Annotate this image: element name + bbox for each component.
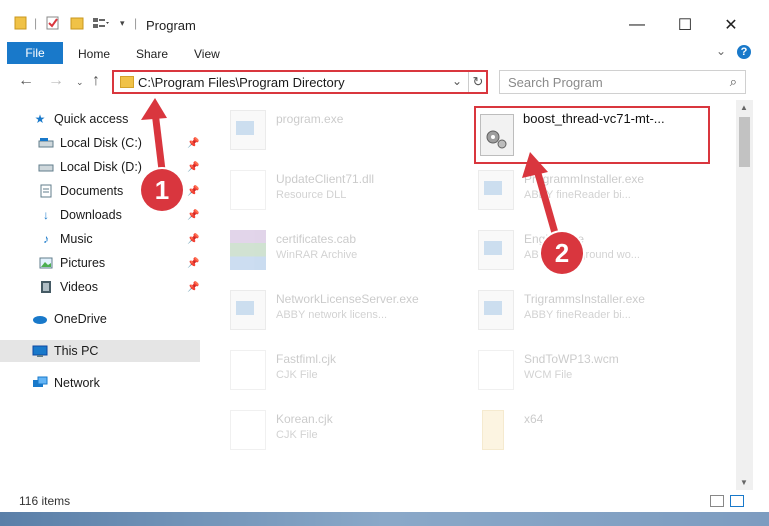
arrow-one <box>151 111 166 171</box>
arrow-one-head <box>141 98 167 120</box>
details-view-icon[interactable] <box>710 495 724 507</box>
arrow-two <box>533 169 561 241</box>
item-count: 116 items <box>19 494 71 508</box>
explorer-window: | ▾ | Program — ☐ ✕ File Home Share View… <box>0 0 769 526</box>
status-bar: 116 items <box>0 490 769 512</box>
callout-badge-two: 2 <box>541 232 583 274</box>
callout-arrows <box>141 98 561 241</box>
large-icons-view-icon[interactable] <box>730 495 744 507</box>
arrow-two-head <box>522 152 548 178</box>
callout-badge-one: 1 <box>141 169 183 211</box>
desktop-background <box>0 512 769 526</box>
